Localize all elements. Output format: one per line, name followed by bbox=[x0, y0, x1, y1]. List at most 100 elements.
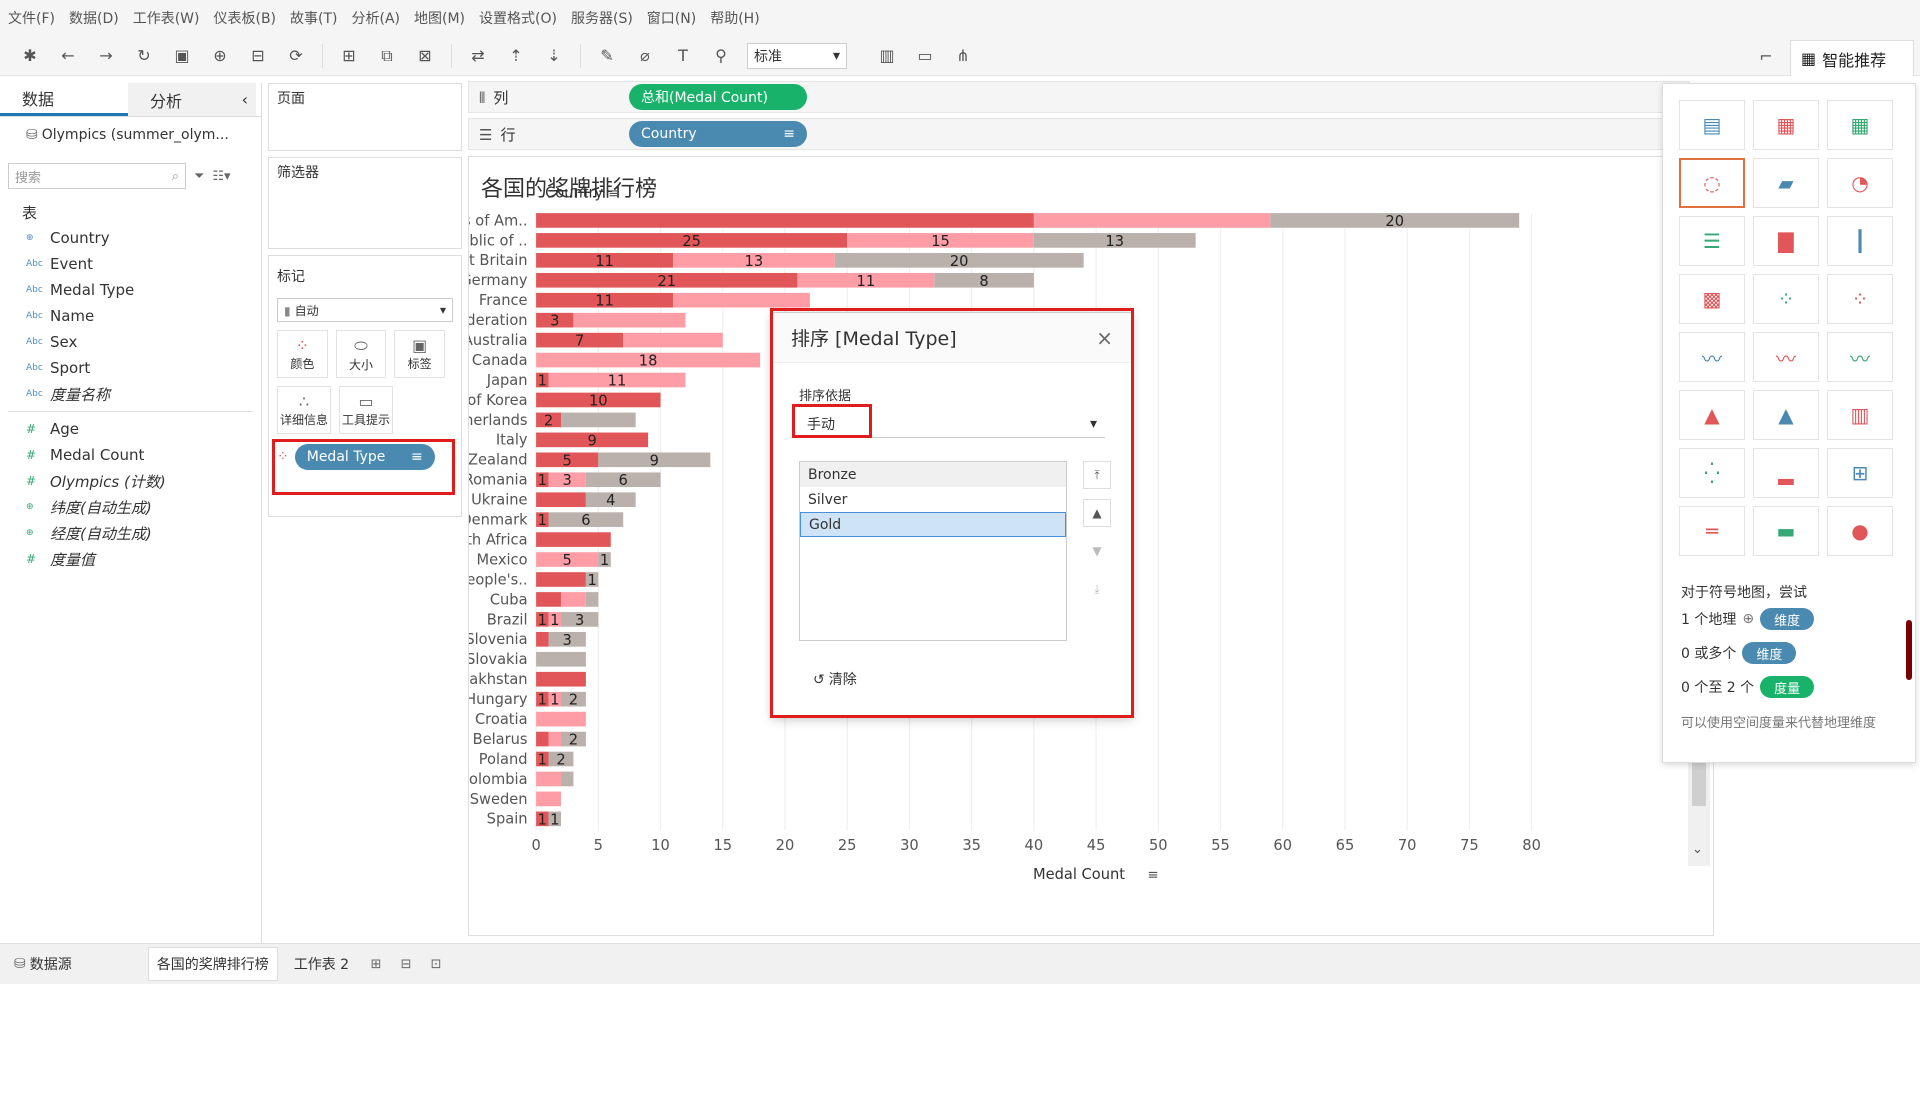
filter-icon[interactable]: ⏷ bbox=[194, 169, 204, 184]
menu-item[interactable]: 分析(A) bbox=[352, 8, 401, 28]
field-item[interactable]: Abc Sport bbox=[0, 355, 261, 381]
treemap-thumb[interactable]: ▩ bbox=[1679, 274, 1745, 324]
pie-chart-thumb[interactable]: ◔ bbox=[1827, 158, 1893, 208]
menu-item[interactable]: 服务器(S) bbox=[571, 8, 633, 28]
dual-combination-thumb[interactable]: ▥ bbox=[1827, 390, 1893, 440]
tab-data[interactable]: 数据 bbox=[0, 83, 128, 116]
bar-segment bbox=[623, 332, 723, 348]
format-painter-icon[interactable]: ⌐ bbox=[1754, 44, 1778, 68]
menu-item[interactable]: 设置格式(O) bbox=[479, 8, 557, 28]
mark-type-select[interactable]: ▮ 自动 ▾ bbox=[277, 298, 453, 322]
field-item[interactable]: # Age bbox=[0, 416, 261, 442]
filled-map-thumb[interactable]: ▰ bbox=[1753, 158, 1819, 208]
new-dashboard-icon[interactable]: ⊟ bbox=[395, 953, 417, 975]
highlight-icon[interactable]: ✎ bbox=[595, 44, 619, 68]
columns-pill[interactable]: 总和(Medal Count) bbox=[629, 84, 807, 110]
menu-item[interactable]: 数据(D) bbox=[69, 8, 119, 28]
show-cards-icon[interactable]: ▥ bbox=[875, 44, 899, 68]
symbol-map-thumb[interactable]: ◌ bbox=[1679, 158, 1745, 208]
swap-axes-icon[interactable]: ⇄ bbox=[466, 44, 490, 68]
collapse-pane-icon[interactable]: ‹ bbox=[242, 90, 248, 109]
pause-updates-icon[interactable]: ⊟ bbox=[246, 44, 270, 68]
menu-item[interactable]: 仪表板(B) bbox=[213, 8, 276, 28]
category-label: Germany bbox=[469, 272, 528, 289]
replay-icon[interactable]: ↻ bbox=[132, 44, 156, 68]
scroll-down-icon[interactable]: ⌄ bbox=[1692, 842, 1703, 857]
sort-ascending-icon[interactable]: ⇡ bbox=[504, 44, 528, 68]
save-icon[interactable]: ▣ bbox=[170, 44, 194, 68]
size-button[interactable]: ⬭ 大小 bbox=[335, 330, 387, 378]
smart-recommend-tab[interactable]: ▦ 智能推荐 bbox=[1790, 40, 1914, 76]
pin-icon[interactable]: ⚲ bbox=[709, 44, 733, 68]
new-datasource-icon[interactable]: ⊕ bbox=[208, 44, 232, 68]
menu-item[interactable]: 故事(T) bbox=[290, 8, 337, 28]
text-table-thumb[interactable]: ▤ bbox=[1679, 100, 1745, 150]
field-item[interactable]: Abc Sex bbox=[0, 329, 261, 355]
tab-sheet-medal-ranking[interactable]: 各国的奖牌排行榜 bbox=[147, 947, 278, 981]
line-discrete-thumb[interactable]: 〰 bbox=[1753, 332, 1819, 382]
menu-item[interactable]: 工作表(W) bbox=[133, 8, 200, 28]
label-button[interactable]: ▣ 标签 bbox=[394, 330, 446, 378]
share-icon[interactable]: ⋔ bbox=[951, 44, 975, 68]
field-item[interactable]: ⊕ 经度(自动生成) bbox=[0, 520, 261, 546]
scatter-plot-thumb[interactable]: ⁛ bbox=[1679, 448, 1745, 498]
presentation-icon[interactable]: ▭ bbox=[913, 44, 937, 68]
undo-icon[interactable]: ← bbox=[56, 44, 80, 68]
group-icon[interactable]: ⌀ bbox=[633, 44, 657, 68]
detail-button[interactable]: ∴ 详细信息 bbox=[277, 386, 331, 434]
tab-sheet-2[interactable]: 工作表 2 bbox=[286, 947, 357, 981]
tableau-logo-icon[interactable]: ✱ bbox=[18, 44, 42, 68]
field-item[interactable]: # 度量值 bbox=[0, 546, 261, 572]
new-sheet-icon[interactable]: ⊞ bbox=[337, 44, 361, 68]
menu-item[interactable]: 窗口(N) bbox=[647, 8, 696, 28]
menu-item[interactable]: 帮助(H) bbox=[710, 8, 759, 28]
box-plot-thumb[interactable]: ⊞ bbox=[1827, 448, 1893, 498]
field-item[interactable]: Abc Medal Type bbox=[0, 277, 261, 303]
tab-analysis[interactable]: 分析 ‹ bbox=[128, 83, 256, 116]
redo-icon[interactable]: → bbox=[94, 44, 118, 68]
search-input[interactable]: 搜索 ⌕ bbox=[8, 163, 186, 189]
rows-pill[interactable]: Country ≡ bbox=[629, 121, 807, 147]
circle-view-thumb[interactable]: ⁘ bbox=[1753, 274, 1819, 324]
clear-sheet-icon[interactable]: ⊠ bbox=[413, 44, 437, 68]
new-worksheet-icon[interactable]: ⊞ bbox=[365, 953, 387, 975]
field-item[interactable]: Abc Event bbox=[0, 251, 261, 277]
field-item[interactable]: ⊕ 纬度(自动生成) bbox=[0, 494, 261, 520]
tooltip-button[interactable]: ▭ 工具提示 bbox=[339, 386, 393, 434]
field-item[interactable]: ⊕ Country bbox=[0, 225, 261, 251]
horizontal-bar-thumb[interactable]: ☰ bbox=[1679, 216, 1745, 266]
show-labels-icon[interactable]: T bbox=[671, 44, 695, 68]
refresh-icon[interactable]: ⟳ bbox=[284, 44, 308, 68]
stacked-bar-thumb[interactable]: ▇ bbox=[1753, 216, 1819, 266]
menu-item[interactable]: 文件(F) bbox=[8, 8, 55, 28]
duplicate-sheet-icon[interactable]: ⧉ bbox=[375, 44, 399, 68]
bullet-graph-thumb[interactable]: ▬ bbox=[1753, 506, 1819, 556]
color-button[interactable]: ⁘ 颜色 bbox=[277, 330, 328, 378]
field-item[interactable]: Abc Name bbox=[0, 303, 261, 329]
highlight-table-thumb[interactable]: ▦ bbox=[1827, 100, 1893, 150]
menu-item[interactable]: 地图(M) bbox=[414, 8, 465, 28]
area-discrete-thumb[interactable]: ▲ bbox=[1753, 390, 1819, 440]
new-story-icon[interactable]: ⊡ bbox=[425, 953, 447, 975]
bar-icon: ▮ bbox=[284, 303, 291, 318]
sort-descending-icon[interactable]: ⇣ bbox=[542, 44, 566, 68]
line-continuous-thumb[interactable]: 〰 bbox=[1679, 332, 1745, 382]
panel-resize-handle[interactable] bbox=[1906, 620, 1912, 680]
histogram-thumb[interactable]: ▂ bbox=[1753, 448, 1819, 498]
side-by-side-bar-thumb[interactable]: ┃ bbox=[1827, 216, 1893, 266]
fit-select[interactable]: 标准 ▾ bbox=[747, 42, 847, 69]
field-item[interactable]: # Medal Count bbox=[0, 442, 261, 468]
area-continuous-thumb[interactable]: ▲ bbox=[1679, 390, 1745, 440]
bar-segment bbox=[560, 412, 636, 428]
packed-bubbles-thumb[interactable]: ● bbox=[1827, 506, 1893, 556]
view-toggle-icon[interactable]: ☷▾ bbox=[212, 169, 230, 184]
dual-line-thumb[interactable]: 〰 bbox=[1827, 332, 1893, 382]
field-item[interactable]: # Olympics (计数) bbox=[0, 468, 261, 494]
tab-datasource[interactable]: ⛁ 数据源 bbox=[6, 947, 80, 981]
side-by-side-circle-thumb[interactable]: ⁘ bbox=[1827, 274, 1893, 324]
heat-map-thumb[interactable]: ▦ bbox=[1753, 100, 1819, 150]
field-item[interactable]: Abc 度量名称 bbox=[0, 381, 261, 407]
search-icon: ⌕ bbox=[171, 168, 179, 184]
datasource-item[interactable]: ⛁ Olympics (summer_olym... bbox=[0, 117, 261, 153]
gantt-chart-thumb[interactable]: ═ bbox=[1679, 506, 1745, 556]
